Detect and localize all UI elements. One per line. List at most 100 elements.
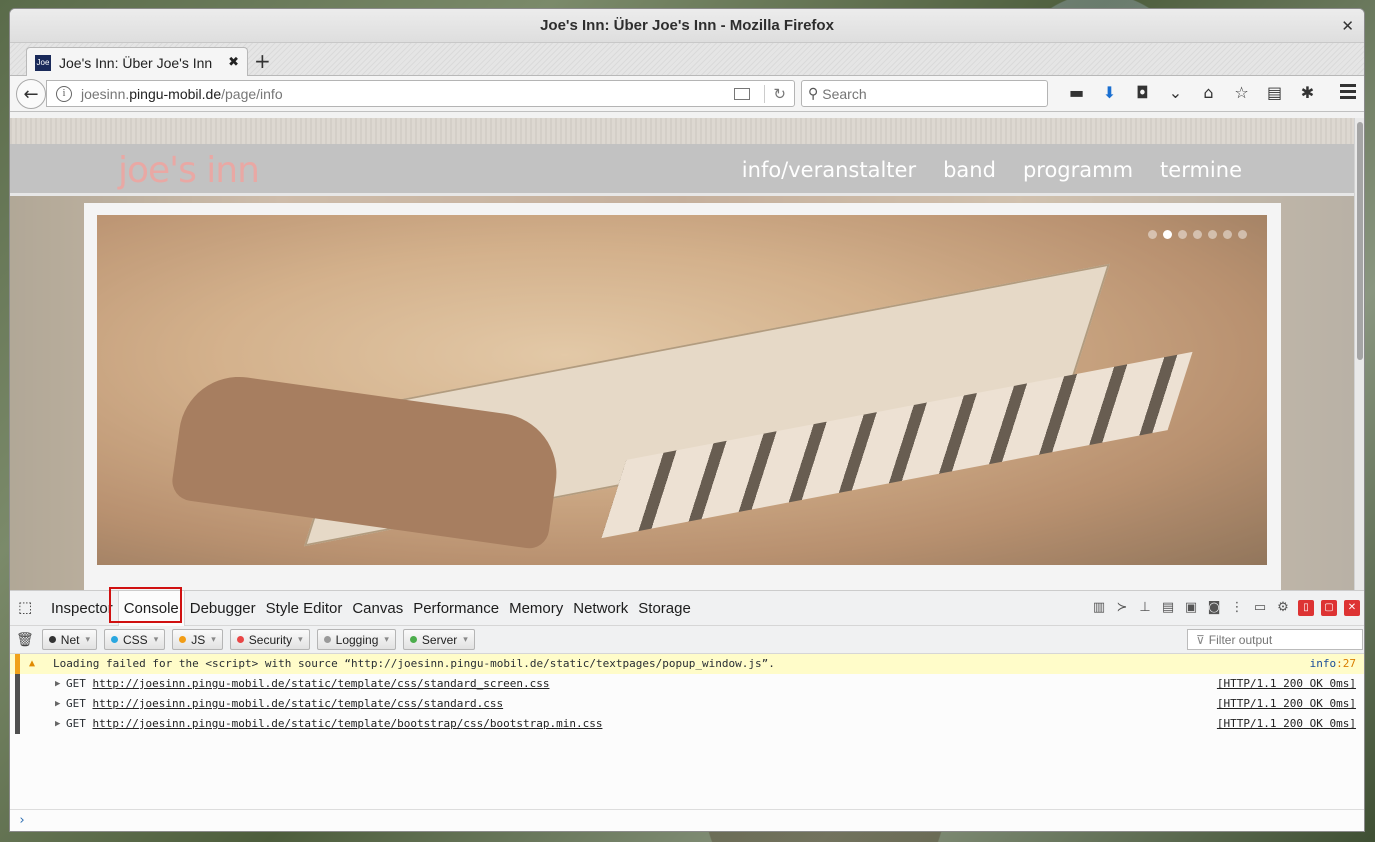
slider-dot[interactable]: [1238, 230, 1247, 239]
expand-triangle-icon[interactable]: ▶: [55, 674, 60, 694]
navigation-toolbar: ← i joesinn.pingu-mobil.de/page/info ↻ ⚲…: [10, 76, 1364, 112]
search-icon: ⚲: [808, 85, 819, 102]
request-url-link[interactable]: http://joesinn.pingu-mobil.de/static/tem…: [93, 717, 603, 730]
request-url-link[interactable]: http://joesinn.pingu-mobil.de/static/tem…: [93, 677, 550, 690]
slider-dot[interactable]: [1208, 230, 1217, 239]
settings-gear-icon[interactable]: ⚙: [1275, 600, 1291, 616]
home-icon[interactable]: ⌂: [1192, 83, 1225, 102]
downloads-icon[interactable]: ⬇: [1093, 83, 1126, 102]
rulers-icon[interactable]: ⋮: [1229, 600, 1245, 616]
tab-performance[interactable]: Performance: [408, 591, 504, 626]
toolbar-buttons: ▬ ⬇ ◘ ⌄ ⌂ ☆ ▤ ✱: [1060, 83, 1324, 102]
new-tab-button[interactable]: +: [254, 49, 271, 73]
filter-icon: ⊽: [1196, 632, 1205, 647]
console-input-prompt[interactable]: ›: [10, 809, 1364, 831]
search-input[interactable]: [822, 85, 1023, 102]
paintbrush-icon[interactable]: ⊥: [1137, 600, 1153, 616]
net-dot-icon: [48, 636, 56, 643]
privacy-hat-icon[interactable]: ▬: [1060, 83, 1093, 102]
page-top-strip: [10, 118, 1356, 144]
extension-icon[interactable]: ✱: [1291, 83, 1324, 102]
console-filter-bar: 🗑 Net ▾ CSS ▾ JS ▾ Security ▾ Logging ▾ Serve…: [10, 626, 1364, 654]
url-text[interactable]: joesinn.pingu-mobil.de/page/info: [81, 86, 734, 102]
filter-security-button[interactable]: Security ▾: [229, 629, 310, 650]
request-status-link[interactable]: [HTTP/1.1 200 OK 0ms]: [1217, 677, 1356, 690]
tab-style-editor[interactable]: Style Editor: [261, 591, 348, 626]
net-margin-marker: [15, 714, 20, 734]
console-output: ▲ Loading failed for the <script> with s…: [10, 654, 1364, 804]
reader-view-icon[interactable]: [734, 87, 751, 100]
warning-log-row: ▲ Loading failed for the <script> with s…: [10, 654, 1364, 674]
tab-strip: Joe Joe's Inn: Über Joe's Inn ✖ +: [10, 43, 1364, 77]
scrollbar-thumb[interactable]: [1357, 122, 1363, 360]
nav-termine[interactable]: termine: [1160, 158, 1242, 182]
css-dot-icon: [111, 636, 118, 643]
tab-network[interactable]: Network: [568, 591, 633, 626]
slider-dot[interactable]: [1163, 230, 1172, 239]
tab-storage[interactable]: Storage: [633, 591, 696, 626]
tab-canvas[interactable]: Canvas: [347, 591, 408, 626]
server-dot-icon: [409, 636, 417, 643]
tab-memory[interactable]: Memory: [504, 591, 568, 626]
js-dot-icon: [179, 636, 187, 643]
nav-info-veranstalter[interactable]: info/veranstalter: [742, 158, 916, 182]
keyboard-body: [304, 263, 1110, 547]
reload-icon[interactable]: ↻: [773, 85, 786, 103]
filter-js-button[interactable]: JS ▾: [172, 629, 223, 650]
tab-console[interactable]: Console: [117, 590, 185, 626]
site-info-icon[interactable]: i: [56, 85, 72, 102]
filter-output-box[interactable]: ⊽: [1187, 629, 1363, 650]
expand-triangle-icon[interactable]: ▶: [55, 714, 60, 734]
browser-tab[interactable]: Joe Joe's Inn: Über Joe's Inn ✖: [26, 47, 248, 77]
slide-keyboard-photo[interactable]: [97, 215, 1267, 565]
measure-icon[interactable]: ▭: [1252, 600, 1268, 616]
devtools-toolbar-icons: ▥ ≻ ⊥ ▤ ▣ ◙ ⋮ ▭ ⚙ ▯ ▢ ✕: [1091, 600, 1360, 616]
split-console-icon[interactable]: ▥: [1091, 600, 1107, 616]
window-title: Joe's Inn: Über Joe's Inn - Mozilla Fire…: [540, 17, 834, 34]
slider-dot[interactable]: [1223, 230, 1232, 239]
image-slider: [84, 203, 1281, 590]
filter-output-input[interactable]: [1208, 632, 1359, 647]
hand-photo: [169, 369, 565, 551]
slider-dot[interactable]: [1148, 230, 1157, 239]
tab-close-icon[interactable]: ✖: [228, 55, 239, 70]
logging-dot-icon: [323, 636, 331, 643]
site-logo[interactable]: joe's inn: [118, 150, 260, 191]
clear-console-trash-icon[interactable]: 🗑: [16, 632, 34, 648]
bookmark-star-icon[interactable]: ☆: [1225, 83, 1258, 102]
page-scrollbar[interactable]: [1354, 118, 1364, 590]
slider-dot[interactable]: [1178, 230, 1187, 239]
url-bar[interactable]: i joesinn.pingu-mobil.de/page/info ↻: [46, 80, 795, 107]
tab-inspector[interactable]: Inspector: [46, 591, 118, 626]
screenshot-camera-icon[interactable]: ◘: [1126, 83, 1159, 102]
filter-css-button[interactable]: CSS ▾: [104, 629, 166, 650]
hamburger-menu-icon[interactable]: [1340, 84, 1356, 102]
nav-band[interactable]: band: [943, 158, 996, 182]
back-arrow-icon: ←: [23, 83, 39, 105]
network-log-row: ▶ GET http://joesinn.pingu-mobil.de/stat…: [10, 694, 1364, 714]
js-console-icon[interactable]: ≻: [1114, 600, 1130, 616]
filter-server-button[interactable]: Server ▾: [402, 629, 475, 650]
bookmarks-library-icon[interactable]: ▤: [1258, 83, 1291, 102]
filter-logging-button[interactable]: Logging ▾: [316, 629, 396, 650]
screenshot-icon[interactable]: ◙: [1206, 600, 1222, 616]
warning-source-link[interactable]: info:27: [1310, 654, 1356, 674]
request-status-link[interactable]: [HTTP/1.1 200 OK 0ms]: [1217, 697, 1356, 710]
filter-net-button[interactable]: Net ▾: [41, 629, 97, 650]
back-button[interactable]: ←: [16, 79, 46, 109]
tab-debugger[interactable]: Debugger: [185, 591, 261, 626]
dock-bottom-icon[interactable]: ▯: [1298, 600, 1314, 616]
element-picker-icon[interactable]: ⬚: [18, 598, 38, 618]
nav-programm[interactable]: programm: [1023, 158, 1133, 182]
request-status-link[interactable]: [HTTP/1.1 200 OK 0ms]: [1217, 717, 1356, 730]
pocket-icon[interactable]: ⌄: [1159, 83, 1192, 102]
close-devtools-icon[interactable]: ✕: [1344, 600, 1360, 616]
window-close-icon[interactable]: ✕: [1341, 17, 1354, 35]
undock-window-icon[interactable]: ▢: [1321, 600, 1337, 616]
request-url-link[interactable]: http://joesinn.pingu-mobil.de/static/tem…: [93, 697, 504, 710]
search-box[interactable]: ⚲: [801, 80, 1048, 107]
notes-icon[interactable]: ▤: [1160, 600, 1176, 616]
responsive-mode-icon[interactable]: ▣: [1183, 600, 1199, 616]
expand-triangle-icon[interactable]: ▶: [55, 694, 60, 714]
slider-dot[interactable]: [1193, 230, 1202, 239]
